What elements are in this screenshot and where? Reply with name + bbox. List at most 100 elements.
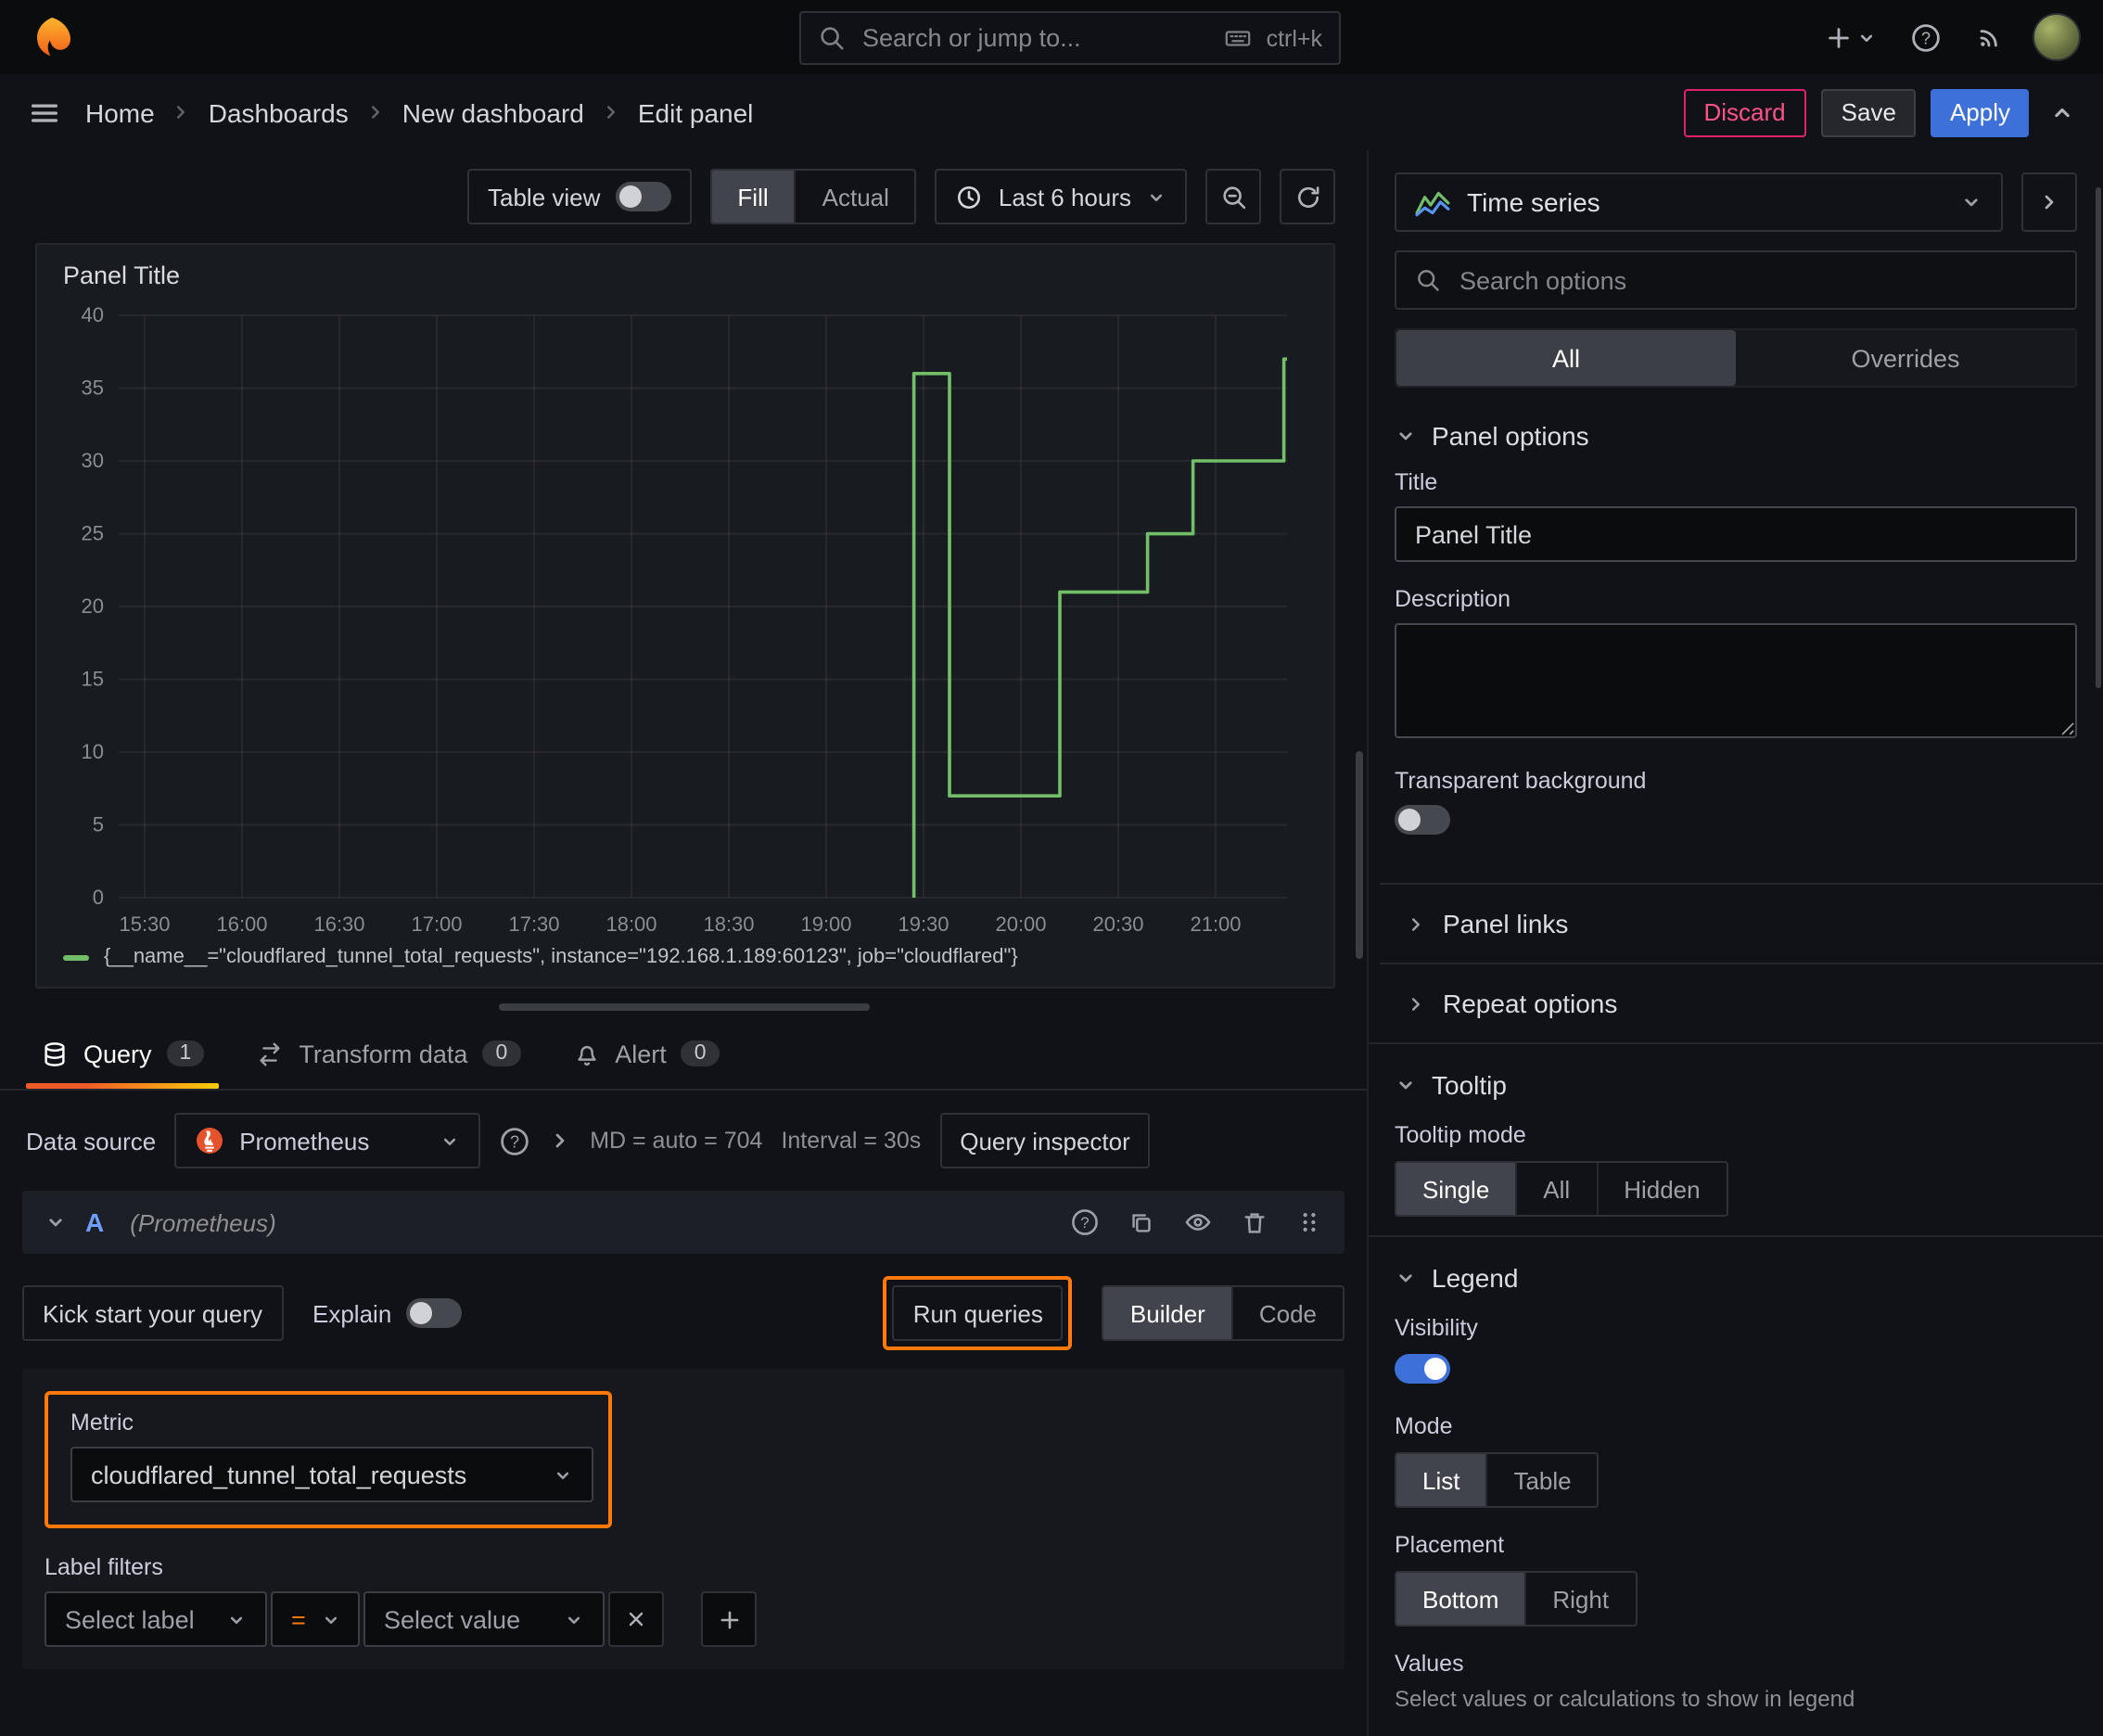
main-scrollbar-thumb[interactable] xyxy=(1356,751,1363,959)
transform-icon xyxy=(256,1040,284,1067)
explain-switch[interactable] xyxy=(406,1298,463,1328)
query-ref-id[interactable]: A xyxy=(85,1207,104,1237)
datasource-picker[interactable]: Prometheus xyxy=(174,1113,481,1168)
panel-title[interactable]: Panel Title xyxy=(37,245,1333,293)
legend-item[interactable]: {__name__="cloudflared_tunnel_total_requ… xyxy=(37,946,1333,987)
panel-title-input[interactable] xyxy=(1395,506,2077,562)
select-label-dropdown[interactable]: Select label xyxy=(45,1591,267,1647)
sidebar-scrollbar-thumb[interactable] xyxy=(2096,187,2101,688)
table-view-control[interactable]: Table view xyxy=(467,169,692,224)
fill-option[interactable]: Fill xyxy=(711,171,795,223)
actual-option[interactable]: Actual xyxy=(794,171,915,223)
operator-dropdown[interactable]: = xyxy=(271,1591,360,1647)
repeat-options-label: Repeat options xyxy=(1443,989,1618,1018)
svg-text:16:30: 16:30 xyxy=(313,913,364,936)
user-avatar[interactable] xyxy=(2033,13,2081,61)
panel-options-header[interactable]: Panel options xyxy=(1369,395,2103,469)
tab-alert[interactable]: Alert 0 xyxy=(550,1018,741,1089)
svg-text:20: 20 xyxy=(82,594,104,618)
bell-icon xyxy=(572,1040,600,1067)
metric-select[interactable]: cloudflared_tunnel_total_requests xyxy=(70,1447,593,1502)
tooltip-header[interactable]: Tooltip xyxy=(1369,1044,2103,1118)
legend-placement-label: Placement xyxy=(1395,1532,1505,1558)
toggle-visibility-icon[interactable] xyxy=(1183,1207,1213,1237)
pane-resize-handle[interactable] xyxy=(498,1003,869,1011)
discard-button[interactable]: Discard xyxy=(1683,88,1806,136)
remove-filter-button[interactable] xyxy=(608,1591,664,1647)
select-value-placeholder: Select value xyxy=(384,1605,521,1633)
tooltip-mode-all[interactable]: All xyxy=(1515,1163,1596,1215)
add-menu-button[interactable] xyxy=(1819,18,1882,57)
delete-query-icon[interactable] xyxy=(1241,1208,1268,1236)
menu-toggle-button[interactable] xyxy=(22,90,67,134)
run-queries-button[interactable]: Run queries xyxy=(892,1285,1064,1341)
panel-links-section[interactable]: Panel links xyxy=(1380,883,2103,963)
keyboard-icon xyxy=(1222,24,1254,52)
apply-button[interactable]: Apply xyxy=(1931,88,2029,136)
global-search-input[interactable] xyxy=(859,22,1209,54)
legend-visibility-switch[interactable] xyxy=(1395,1354,1450,1384)
tab-all[interactable]: All xyxy=(1396,330,1736,386)
refresh-button[interactable] xyxy=(1280,169,1335,224)
duplicate-query-icon[interactable] xyxy=(1128,1208,1155,1236)
breadcrumb-bar: Home Dashboards New dashboard Edit panel… xyxy=(0,74,2103,150)
panel-description-input[interactable] xyxy=(1395,623,2077,738)
tab-query[interactable]: Query 1 xyxy=(19,1018,226,1089)
help-button[interactable]: ? xyxy=(1905,16,1947,58)
kick-start-label: Kick start your query xyxy=(43,1299,262,1327)
chevron-down-icon xyxy=(440,1130,460,1151)
save-button[interactable]: Save xyxy=(1820,88,1917,136)
kick-start-query-button[interactable]: Kick start your query xyxy=(22,1285,283,1341)
panel-preview: Panel Title 0 5 10 15 20 25 30 35 40 15:30 16:00 16… xyxy=(35,243,1335,989)
options-search[interactable] xyxy=(1395,250,2077,310)
select-value-dropdown[interactable]: Select value xyxy=(363,1591,605,1647)
visualization-picker[interactable]: Time series xyxy=(1395,172,2003,232)
collapse-options-button[interactable] xyxy=(2021,172,2077,232)
tooltip-mode-hidden[interactable]: Hidden xyxy=(1596,1163,1726,1215)
query-inspector-button[interactable]: Query inspector xyxy=(939,1113,1151,1168)
time-range-picker[interactable]: Last 6 hours xyxy=(935,169,1187,224)
repeat-options-section[interactable]: Repeat options xyxy=(1380,963,2103,1042)
breadcrumb-edit-panel: Edit panel xyxy=(637,97,754,127)
breadcrumb-home[interactable]: Home xyxy=(85,97,155,127)
svg-text:16:00: 16:00 xyxy=(216,913,267,936)
legend-header[interactable]: Legend xyxy=(1369,1237,2103,1311)
transparent-background-switch[interactable] xyxy=(1395,805,1450,835)
svg-text:20:00: 20:00 xyxy=(995,913,1046,936)
title-field-label: Title xyxy=(1395,469,1438,495)
tooltip-mode-single[interactable]: Single xyxy=(1396,1163,1516,1215)
breadcrumb-new-dashboard[interactable]: New dashboard xyxy=(402,97,584,127)
query-options-expander-icon[interactable] xyxy=(549,1130,571,1152)
collapse-header-button[interactable] xyxy=(2044,94,2081,131)
options-search-input[interactable] xyxy=(1456,264,2057,296)
run-queries-highlight: Run queries xyxy=(883,1276,1073,1350)
legend-mode-table[interactable]: Table xyxy=(1485,1454,1597,1506)
tab-transform-data[interactable]: Transform data 0 xyxy=(234,1018,542,1089)
legend-mode-list[interactable]: List xyxy=(1396,1454,1486,1506)
legend-series-label[interactable]: {__name__="cloudflared_tunnel_total_requ… xyxy=(104,946,1018,968)
panel-view-toolbar: Table view Fill Actual Last 6 hours xyxy=(0,150,1367,239)
add-filter-button[interactable] xyxy=(701,1591,757,1647)
code-option[interactable]: Code xyxy=(1230,1287,1343,1339)
global-search[interactable]: ctrl+k xyxy=(799,11,1341,65)
zoom-out-button[interactable] xyxy=(1205,169,1261,224)
tab-overrides[interactable]: Overrides xyxy=(1736,330,2075,386)
chevron-down-icon[interactable] xyxy=(45,1211,67,1233)
builder-option[interactable]: Builder xyxy=(1103,1287,1231,1339)
grafana-logo[interactable] xyxy=(22,15,82,59)
query-row-header[interactable]: A (Prometheus) ? xyxy=(22,1191,1345,1254)
legend-placement-bottom[interactable]: Bottom xyxy=(1396,1573,1525,1625)
chevron-down-icon xyxy=(1146,186,1166,207)
breadcrumb-dashboards[interactable]: Dashboards xyxy=(209,97,349,127)
table-view-switch[interactable] xyxy=(615,182,671,211)
legend-placement-right[interactable]: Right xyxy=(1524,1573,1635,1625)
timeseries-chart[interactable]: 0 5 10 15 20 25 30 35 40 15:30 16:00 16:30 17:00 17:3… xyxy=(52,293,1298,946)
chevron-right-icon xyxy=(365,102,386,122)
max-data-points-text: MD = auto = 704 xyxy=(590,1128,763,1154)
datasource-help-icon[interactable]: ? xyxy=(499,1125,530,1156)
drag-handle-icon[interactable] xyxy=(1296,1209,1322,1235)
visualization-row: Time series xyxy=(1369,150,2103,250)
query-help-icon[interactable]: ? xyxy=(1070,1207,1100,1237)
legend-mode-segment: List Table xyxy=(1395,1452,1600,1508)
news-feed-icon[interactable] xyxy=(1969,17,2010,57)
